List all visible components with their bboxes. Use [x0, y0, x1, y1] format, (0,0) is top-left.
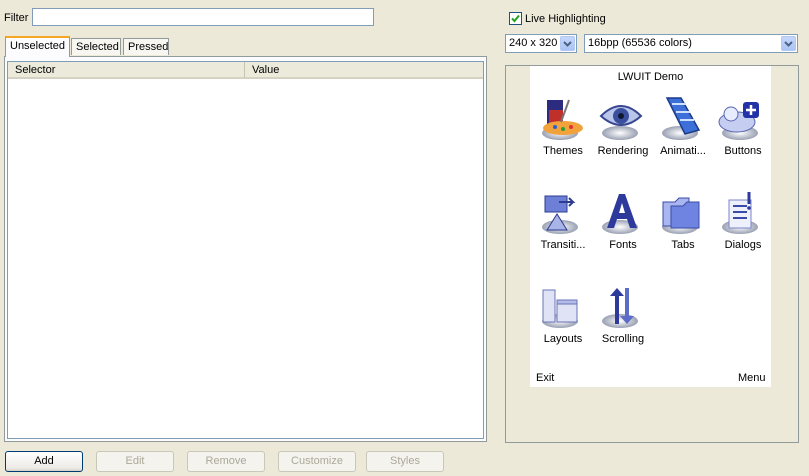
- font-letter-icon: [607, 194, 637, 228]
- softkey-exit[interactable]: Exit: [536, 372, 554, 384]
- app-layouts[interactable]: Layouts: [533, 284, 593, 345]
- eye-icon: [599, 105, 643, 126]
- column-header-value[interactable]: Value: [245, 62, 483, 79]
- folder-tabs-icon: [662, 197, 700, 229]
- app-label: Buttons: [724, 145, 762, 157]
- resolution-select-value: 240 x 320: [509, 37, 558, 49]
- remove-button[interactable]: Remove: [187, 451, 265, 472]
- filter-label: Filter: [4, 12, 29, 24]
- live-highlighting-label: Live Highlighting: [525, 13, 606, 25]
- app-tabs[interactable]: Tabs: [653, 190, 713, 251]
- app-scrolling[interactable]: Scrolling: [593, 284, 653, 345]
- customize-button[interactable]: Customize: [278, 451, 356, 472]
- tab-pressed[interactable]: Pressed: [123, 38, 169, 55]
- tab-unselected[interactable]: Unselected: [5, 36, 70, 57]
- app-label: Dialogs: [724, 239, 762, 251]
- checkmark-icon: [511, 14, 520, 23]
- filter-input[interactable]: [32, 8, 374, 26]
- color-depth-select-value: 16bpp (65536 colors): [588, 37, 692, 49]
- app-dialogs[interactable]: Dialogs: [713, 190, 773, 251]
- live-highlighting-checkbox[interactable]: [509, 12, 522, 25]
- chevron-down-icon[interactable]: [781, 36, 796, 51]
- app-transitions[interactable]: Transiti...: [533, 190, 593, 251]
- tab-selected[interactable]: Selected: [71, 38, 121, 55]
- app-buttons[interactable]: Buttons: [713, 96, 773, 157]
- app-animations[interactable]: Animati...: [653, 96, 713, 157]
- device-screen[interactable]: LWUIT Demo Themes Rendering Animati... B…: [530, 66, 771, 387]
- app-fonts[interactable]: Fonts: [593, 190, 653, 251]
- app-rendering[interactable]: Rendering: [593, 96, 653, 157]
- layout-blocks-icon: [542, 289, 578, 323]
- chevron-down-icon[interactable]: [560, 36, 575, 51]
- add-button[interactable]: Add: [5, 451, 83, 472]
- scroll-arrows-icon: [610, 288, 634, 324]
- color-depth-select[interactable]: 16bpp (65536 colors): [584, 34, 798, 53]
- edit-button[interactable]: Edit: [96, 451, 174, 472]
- resolution-select[interactable]: 240 x 320: [505, 34, 577, 53]
- button-add-icon: [718, 102, 759, 133]
- dialog-list-icon: [728, 192, 752, 229]
- style-table[interactable]: Selector Value: [7, 61, 484, 439]
- transition-icon: [544, 195, 576, 231]
- app-themes[interactable]: Themes: [533, 96, 593, 157]
- preview-title: LWUIT Demo: [617, 71, 684, 83]
- app-label: Scrolling: [601, 333, 645, 345]
- softkey-menu[interactable]: Menu: [738, 372, 766, 384]
- column-header-selector[interactable]: Selector: [8, 62, 245, 79]
- palette-icon: [543, 99, 583, 135]
- film-strip-icon: [665, 97, 701, 135]
- styles-button[interactable]: Styles: [366, 451, 444, 472]
